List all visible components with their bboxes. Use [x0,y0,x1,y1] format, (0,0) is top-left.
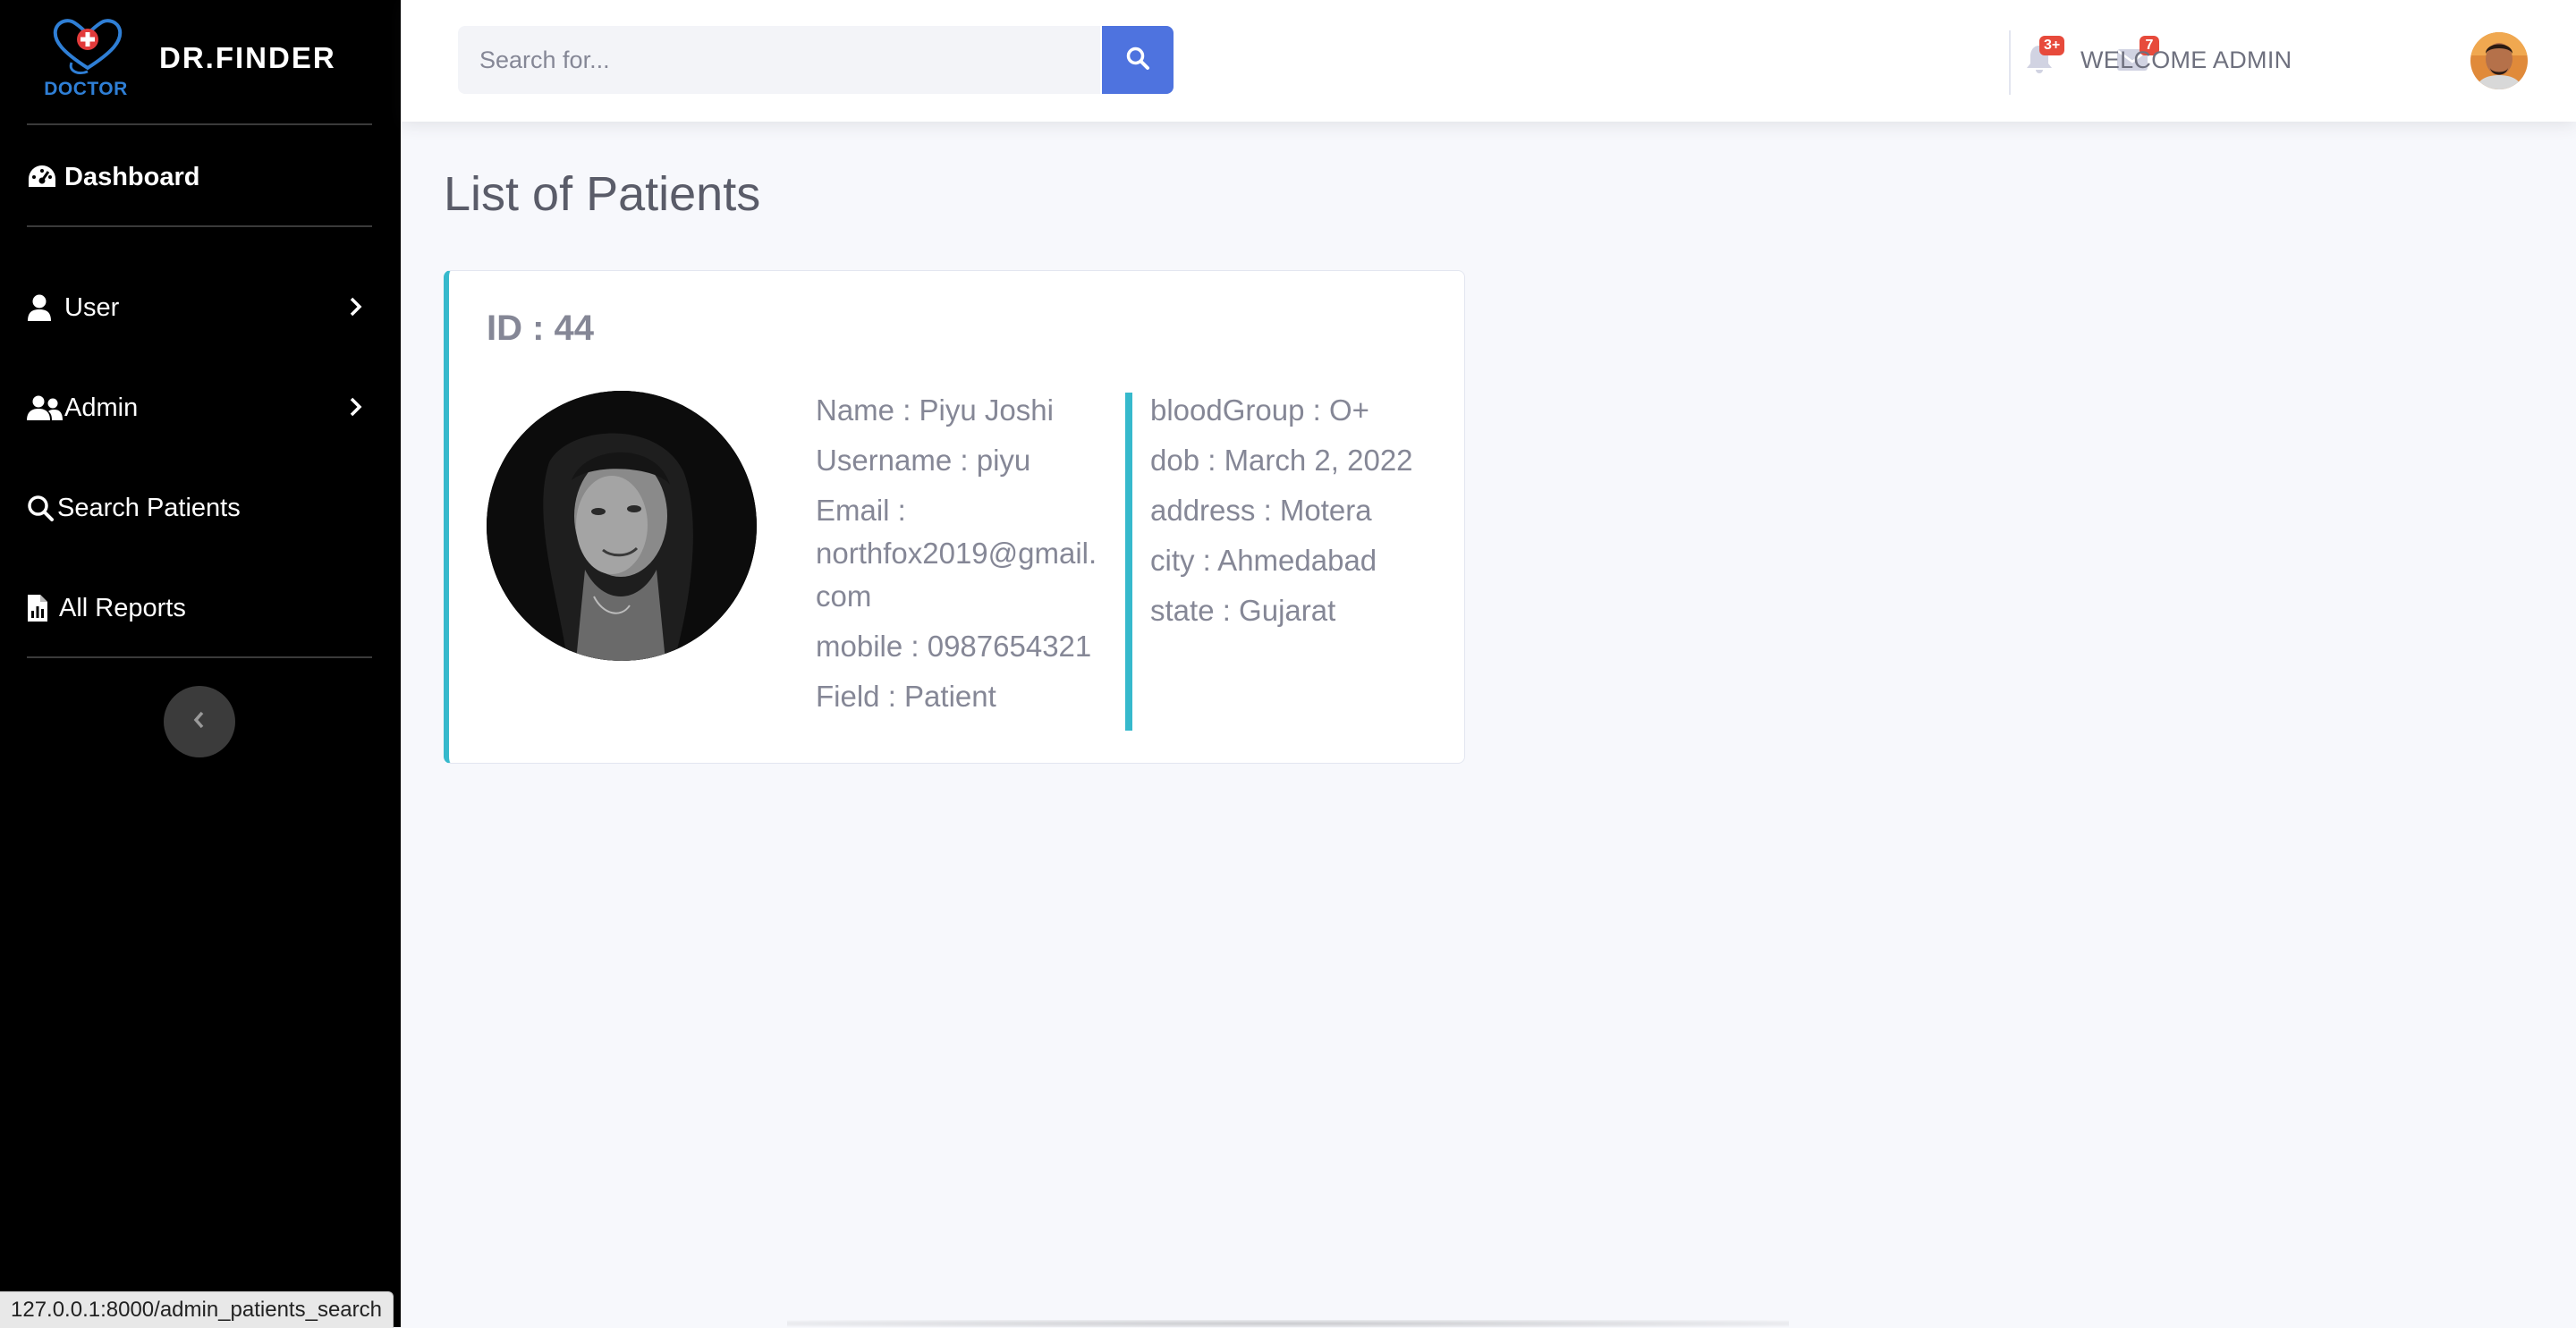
patient-photo [487,391,757,661]
sidebar-divider [27,656,372,658]
brand-name: DR.FINDER [159,41,336,74]
sidebar-divider [27,225,372,227]
patient-username: Username : piyu [816,444,1031,477]
avatar[interactable] [2470,32,2528,89]
chevron-left-icon [191,709,208,735]
topbar-divider [2009,30,2011,95]
patient-address: address : Motera [1150,494,1372,527]
patient-id: ID : 44 [487,309,595,348]
patient-email-label: Email : [816,494,906,527]
welcome-text[interactable]: WELCOME ADMIN [2080,47,2292,74]
topbar: 3+ 7 WELCOME ADMIN [401,0,2576,122]
patient-mobile: mobile : 0987654321 [816,630,1092,663]
page-title: List of Patients [444,167,761,221]
sidebar-item-label: Search Patients [57,493,241,522]
sidebar-divider [27,123,372,125]
search-icon [1125,46,1150,75]
patient-dob: dob : March 2, 2022 [1150,444,1413,477]
sidebar-item-search-patients[interactable]: Search Patients [27,483,372,533]
patient-state: state : Gujarat [1150,594,1336,627]
sidebar-item-label: Admin [64,393,139,422]
column-divider [1125,393,1132,731]
sidebar: DOCTOR DR.FINDER Dashboard User Admin Se… [0,0,401,1327]
users-icon [27,393,63,422]
chevron-right-icon [349,395,363,426]
chevron-right-icon [349,295,363,326]
alerts-badge: 3+ [2039,36,2065,55]
patient-blood-group: bloodGroup : O+ [1150,393,1369,427]
search-input[interactable] [458,26,1100,94]
sidebar-item-admin[interactable]: Admin [27,383,372,433]
sidebar-toggle-button[interactable] [164,686,235,757]
patient-email-line1: northfox2019@gmail. [816,537,1097,570]
user-icon [27,293,63,322]
report-icon [27,594,57,622]
sidebar-item-user[interactable]: User [27,283,372,333]
gauge-icon [27,163,63,191]
status-bar-url: 127.0.0.1:8000/admin_patients_search [0,1291,394,1328]
sidebar-item-label: Dashboard [64,162,200,191]
brand[interactable]: DOCTOR DR.FINDER [36,16,376,106]
search-button[interactable] [1102,26,1174,94]
patient-name: Name : Piyu Joshi [816,393,1054,427]
patient-field: Field : Patient [816,680,996,713]
alerts-button[interactable]: 3+ [2021,36,2065,77]
search-icon [27,494,55,522]
patient-info-secondary: bloodGroup : O+ dob : March 2, 2022 addr… [1150,389,1454,639]
patient-card: ID : 44 Name : Piyu Joshi Username : piy… [444,270,1465,764]
sidebar-item-dashboard[interactable]: Dashboard [27,152,372,202]
sidebar-item-all-reports[interactable]: All Reports [27,583,372,633]
patient-info-primary: Name : Piyu Joshi Username : piyu Email … [816,389,1120,725]
brand-logo-text: DOCTOR [44,79,128,99]
sidebar-item-label: All Reports [59,593,186,622]
patient-email: Email : northfox2019@gmail. com [816,489,1120,618]
bottom-shadow [787,1320,1789,1327]
sidebar-item-label: User [64,292,120,322]
patient-email-line2: com [816,579,872,613]
patient-city: city : Ahmedabad [1150,544,1377,577]
